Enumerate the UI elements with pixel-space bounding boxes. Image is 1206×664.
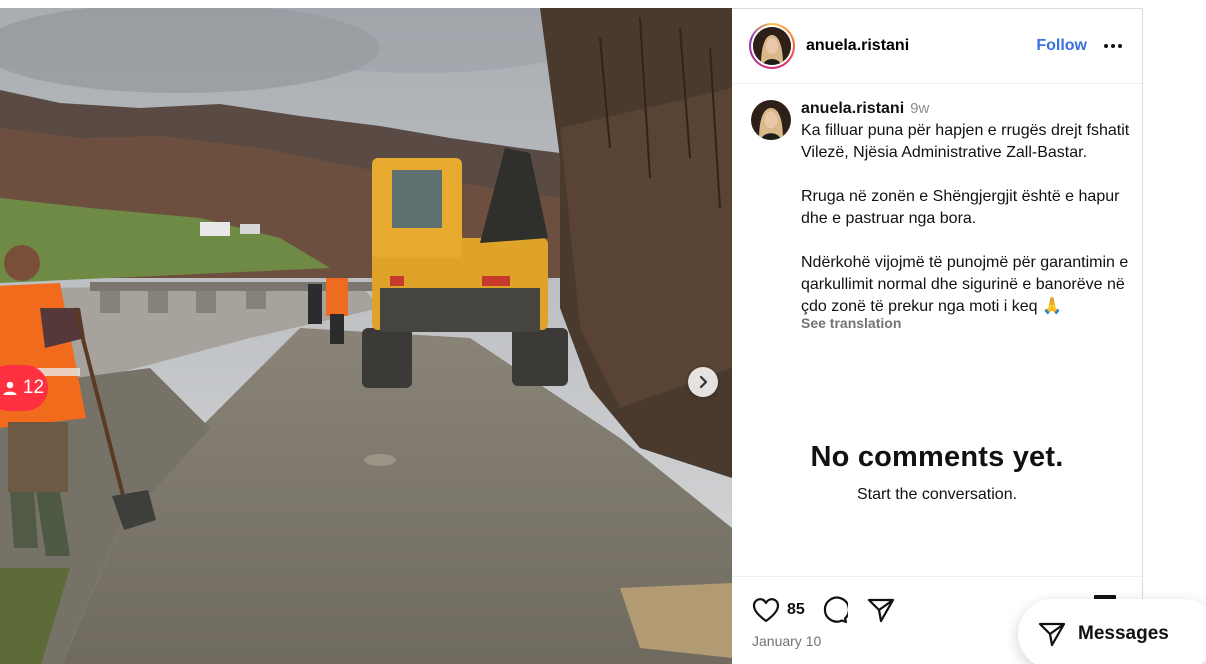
author-avatar[interactable] [749,23,795,69]
more-options-button[interactable] [1102,35,1124,57]
instagram-post-modal: 12 anuela.ristani Follow anuela.ristani … [0,0,1206,664]
post-photo[interactable] [0,8,732,664]
heart-icon [752,598,780,623]
caption-avatar[interactable] [751,100,791,140]
empty-comments-title: No comments yet. [810,441,1064,473]
next-photo-button[interactable] [688,367,718,397]
post-date[interactable]: January 10 [752,633,821,649]
post-caption: anuela.ristani 9w Ka filluar puna për hap… [751,98,1131,330]
comment-icon [823,596,848,624]
comment-button[interactable] [819,595,849,625]
photo-scene [0,8,732,664]
tagged-people-badge[interactable]: 12 [0,365,48,411]
post-header: anuela.ristani Follow [732,9,1142,84]
see-translation-link[interactable]: See translation [801,316,1131,330]
caption-paragraph: Rruga në zonën e Shëngjergjit është e ha… [801,188,1120,227]
author-username[interactable]: anuela.ristani [806,37,909,55]
caption-paragraph: Ndërkohë vijojmë të punojmë për garantim… [801,254,1129,315]
caption-username[interactable]: anuela.ristani [801,100,904,117]
messages-label: Messages [1078,623,1169,644]
chevron-right-icon [699,375,708,389]
user-tag-icon [3,381,17,395]
like-button[interactable] [751,595,781,625]
caption-paragraph: Ka filluar puna për hapjen e rrugës drej… [801,122,1130,161]
empty-comments-subtitle: Start the conversation. [856,486,1018,503]
empty-comments: No comments yet. Start the conversation. [732,441,1142,504]
messages-button[interactable]: Messages [1018,599,1206,664]
post-details-panel: anuela.ristani Follow anuela.ristani 9w K… [732,8,1143,664]
avatar-photo [753,27,791,65]
tagged-count: 12 [22,377,45,398]
share-icon [867,598,894,623]
messages-icon [1038,622,1066,647]
post-time[interactable]: 9w [910,100,929,117]
caption-text: anuela.ristani 9w Ka filluar puna për hap… [801,98,1131,330]
more-icon [1104,44,1122,48]
follow-button[interactable]: Follow [1036,37,1087,55]
likes-count[interactable]: 85 [787,601,805,619]
share-button[interactable] [866,595,896,625]
